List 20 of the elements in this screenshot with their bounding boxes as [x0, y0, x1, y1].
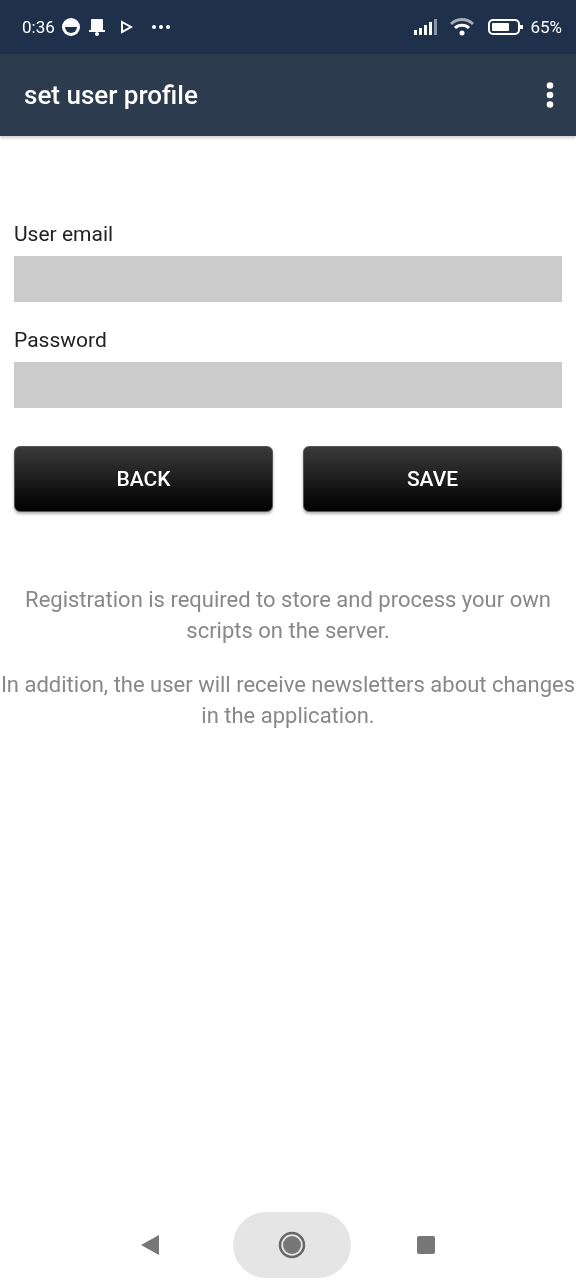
- back-button[interactable]: BACK: [14, 446, 273, 512]
- field-label: Password: [14, 328, 108, 352]
- notification-icon: [86, 17, 107, 37]
- battery-percent: 65%: [530, 17, 562, 37]
- back-icon[interactable]: [141, 1235, 159, 1255]
- wifi-icon: [450, 18, 475, 36]
- clock: 0:36: [22, 17, 55, 37]
- screen-title: set user profile: [24, 80, 199, 110]
- face-icon: [60, 17, 81, 37]
- info-text: In addition, the user will receive newsletters about changes in the application.: [0, 671, 576, 730]
- overflow-menu-icon[interactable]: [546, 82, 554, 108]
- save-button[interactable]: SAVE: [303, 446, 562, 512]
- field-label: User email: [14, 222, 115, 246]
- battery-icon: [488, 18, 525, 36]
- info-text: Registration is required to store and process your own scripts on the server.: [24, 586, 552, 645]
- more-icon: [150, 24, 171, 30]
- home-icon: [278, 1231, 306, 1259]
- email-field[interactable]: [14, 256, 562, 302]
- play-icon: [118, 20, 133, 34]
- password-field[interactable]: [14, 362, 562, 408]
